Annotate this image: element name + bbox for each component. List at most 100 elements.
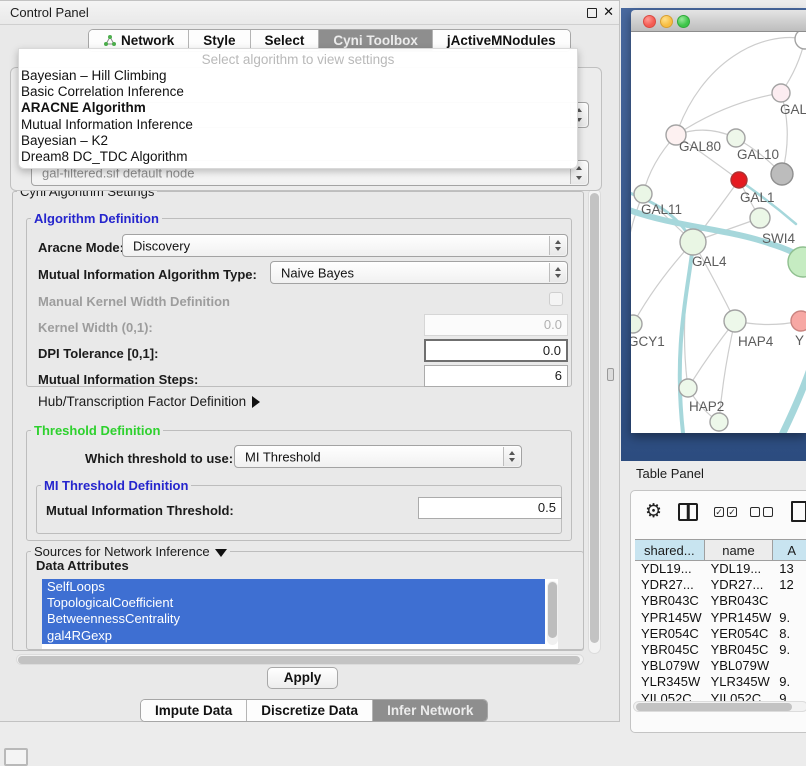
tab-infer-network[interactable]: Infer Network — [373, 700, 487, 721]
which-threshold-value: MI Threshold — [245, 449, 321, 464]
algorithm-option[interactable]: Basic Correlation Inference — [19, 84, 577, 100]
document-icon[interactable] — [791, 501, 806, 522]
dpi-tolerance-label: DPI Tolerance [0,1]: — [38, 346, 158, 361]
mi-threshold-input[interactable]: 0.5 — [418, 497, 562, 519]
which-threshold-combobox[interactable]: MI Threshold — [234, 445, 522, 468]
network-node-label: GCY1 — [631, 334, 665, 349]
expand-right-icon — [252, 396, 260, 408]
table-column-header[interactable]: A — [773, 540, 806, 560]
attribute-item[interactable]: TopologicalCoefficient — [42, 595, 545, 611]
hub-definition-toggle[interactable]: Hub/Transcription Factor Definition — [38, 394, 260, 409]
data-attributes-list[interactable]: SelfLoopsTopologicalCoefficientBetweenne… — [42, 579, 558, 649]
minimized-panel-icon[interactable] — [4, 748, 28, 766]
algorithm-dropdown-popup: Select algorithm to view settings Bayesi… — [18, 48, 578, 169]
table-cell: YER054C — [705, 626, 774, 642]
float-window-icon[interactable] — [587, 8, 597, 18]
table-row[interactable]: YDL19...YDL19...13 — [635, 561, 806, 577]
network-canvas[interactable]: GALGAL80GAL10GAL1GAL11SWI4GAL4GCY1HAP4YH… — [631, 32, 806, 433]
network-node[interactable] — [795, 32, 806, 49]
aracne-mode-value: Discovery — [133, 238, 190, 253]
attributes-scrollbar[interactable] — [547, 581, 558, 645]
close-traffic-light-icon[interactable] — [643, 15, 656, 28]
network-node-gal1[interactable] — [731, 172, 747, 188]
tab-impute-data[interactable]: Impute Data — [141, 700, 247, 721]
deselect-all-checkbox-icon[interactable] — [750, 507, 760, 517]
network-node-hap4[interactable] — [724, 310, 746, 332]
kernel-width-input[interactable]: 0.0 — [424, 314, 568, 336]
network-node-label: GAL1 — [740, 190, 775, 205]
combo-stepper-icon — [549, 236, 566, 255]
aracne-mode-combobox[interactable]: Discovery — [122, 234, 568, 257]
algorithm-option[interactable]: ARACNE Algorithm — [19, 100, 577, 116]
gear-icon[interactable]: ⚙ — [645, 500, 662, 522]
manual-kernel-width-label: Manual Kernel Width Definition — [38, 294, 230, 309]
deselect-all-checkbox-icon — [763, 507, 773, 517]
attribute-item[interactable]: SelfLoops — [42, 579, 545, 595]
table-row[interactable]: YBR043CYBR043C — [635, 593, 806, 609]
table-cell — [773, 593, 806, 609]
mi-steps-label: Mutual Information Steps: — [38, 372, 198, 387]
table-cell: 12 — [773, 577, 806, 593]
table-cell: YBL079W — [705, 658, 774, 674]
table-row[interactable]: YBL079WYBL079W — [635, 658, 806, 674]
dpi-tolerance-input[interactable]: 0.0 — [424, 339, 568, 362]
network-node-hap2[interactable] — [679, 379, 697, 397]
tab-discretize-data[interactable]: Discretize Data — [247, 700, 373, 721]
mi-algorithm-type-combobox[interactable]: Naive Bayes — [270, 261, 568, 284]
algorithm-option[interactable]: Bayesian – Hill Climbing — [19, 68, 577, 84]
collapse-down-icon — [215, 549, 227, 557]
table-column-header[interactable]: name — [705, 540, 774, 560]
mi-algorithm-type-label: Mutual Information Algorithm Type: — [38, 267, 257, 282]
table-row[interactable]: YER054CYER054C8. — [635, 626, 806, 642]
table-row[interactable]: YLR345WYLR345W9. — [635, 674, 806, 690]
network-node[interactable] — [710, 413, 728, 431]
table-cell: YBR043C — [635, 593, 705, 609]
network-node-swi4[interactable] — [750, 208, 770, 228]
network-node-gal11[interactable] — [634, 185, 652, 203]
table-cell: YBR045C — [635, 642, 705, 658]
network-window-titlebar — [631, 10, 806, 32]
combo-stepper-icon — [503, 447, 520, 466]
table-horizontal-scrollbar[interactable] — [633, 701, 806, 712]
minimize-traffic-light-icon[interactable] — [660, 15, 673, 28]
algorithm-option[interactable]: Dream8 DC_TDC Algorithm — [19, 149, 577, 165]
network-node-label: SWI4 — [762, 231, 795, 246]
table-row[interactable]: YDR27...YDR27...12 — [635, 577, 806, 593]
select-all-checkbox-icon[interactable]: ✓ — [714, 507, 724, 517]
settings-vertical-scrollbar[interactable] — [588, 188, 601, 654]
table-cell: YDR27... — [635, 577, 705, 593]
manual-kernel-width-checkbox[interactable] — [549, 292, 563, 306]
node-table: shared...nameA YDL19...YDL19...13YDR27..… — [635, 539, 806, 707]
attribute-item[interactable]: gal4RGexp — [42, 628, 545, 644]
network-node-gal4[interactable] — [680, 229, 706, 255]
network-node-gal10[interactable] — [727, 129, 745, 147]
column-layout-icon[interactable] — [678, 503, 698, 521]
table-cell: YDL19... — [635, 561, 705, 577]
network-node-gcy1[interactable] — [631, 315, 642, 333]
table-row[interactable]: YBR045CYBR045C9. — [635, 642, 806, 658]
network-node-gal[interactable] — [772, 84, 790, 102]
network-node-y[interactable] — [791, 311, 806, 331]
data-attributes-label: Data Attributes — [36, 558, 129, 573]
network-edge — [781, 340, 806, 433]
table-cell — [773, 658, 806, 674]
algorithm-option[interactable]: Mutual Information Inference — [19, 117, 577, 133]
attribute-item[interactable]: BetweennessCentrality — [42, 611, 545, 627]
zoom-traffic-light-icon[interactable] — [677, 15, 690, 28]
network-tab-icon — [103, 34, 116, 47]
panel-divider-grip[interactable] — [607, 368, 614, 381]
settings-horizontal-scrollbar[interactable] — [16, 654, 584, 665]
close-icon[interactable]: ✕ — [603, 4, 614, 20]
bottom-tabbar: Impute Data Discretize Data Infer Networ… — [140, 699, 488, 722]
mi-threshold-definition-legend: MI Threshold Definition — [41, 478, 191, 493]
algorithm-option[interactable]: Bayesian – K2 — [19, 133, 577, 149]
network-view-window: GALGAL80GAL10GAL1GAL11SWI4GAL4GCY1HAP4YH… — [631, 10, 806, 433]
apply-button[interactable]: Apply — [267, 667, 338, 689]
table-column-header[interactable]: shared... — [635, 540, 705, 560]
network-node[interactable] — [771, 163, 793, 185]
mi-steps-input[interactable]: 6 — [424, 365, 568, 387]
select-all-checkbox-icon: ✓ — [727, 507, 737, 517]
table-row[interactable]: YPR145WYPR145W9. — [635, 610, 806, 626]
sources-legend[interactable]: Sources for Network Inference — [31, 544, 230, 559]
network-node-label: GAL — [780, 102, 806, 117]
